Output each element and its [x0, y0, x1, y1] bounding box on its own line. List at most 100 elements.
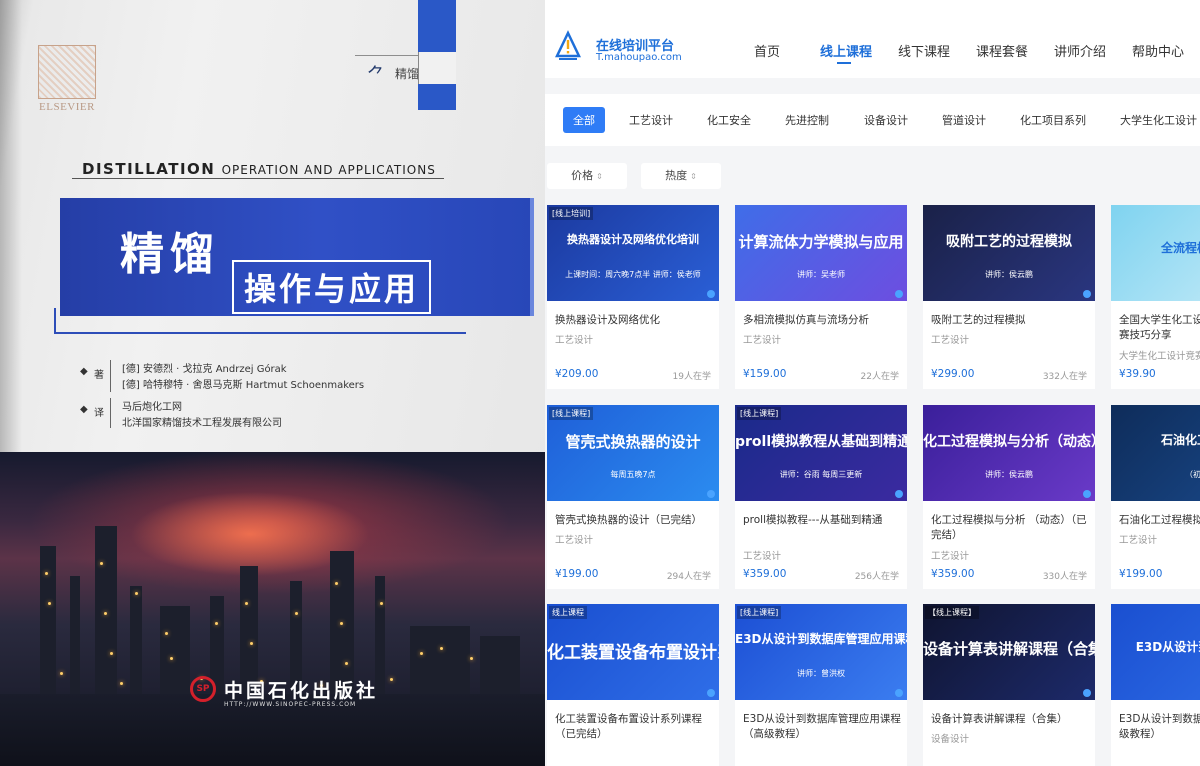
course-title: E3D从设计到数据库管理应用课程（高级教程） — [743, 713, 901, 740]
title-rule — [72, 178, 444, 179]
course-title: 设备计算表讲解课程（合集） — [931, 713, 1068, 725]
course-banner[interactable]: 计算流体力学模拟与应用 讲师：吴老师 — [735, 205, 907, 301]
tower — [130, 586, 142, 696]
english-title: DISTILLATION OPERATION AND APPLICATIONS — [82, 160, 436, 178]
blue-decor-strip — [418, 0, 456, 110]
play-icon[interactable] — [1083, 490, 1091, 498]
author-2: [德] 哈特穆特 · 舍恩马克斯 Hartmut Schoenmakers — [122, 380, 365, 391]
tower — [160, 606, 190, 696]
course-card[interactable]: E3D从设计到应用课程 E3D从设计到数据库应用课程（初级教程） — [1111, 604, 1200, 766]
course-card[interactable]: 石油化工过程 （初中石油化工过程模拟中级） 工艺设计 ¥199.00 — [1111, 405, 1200, 589]
nav-offline-courses[interactable]: 线下课程 — [898, 41, 950, 60]
book-cover: ELSEVIER ⺈ 精馏三部曲 DISTILLATION OPERATION … — [0, 0, 545, 766]
sort-price-button[interactable]: 价格 ⇕ — [547, 163, 627, 189]
course-card[interactable]: [线上课程] E3D从设计到数据库管理应用课程（高级教程） 讲师：曾洪权 E3D从设计… — [735, 604, 907, 766]
course-title: 管壳式换热器的设计（已完结） — [555, 514, 702, 526]
course-students: 332人在学 — [1042, 372, 1087, 382]
course-banner[interactable]: 吸附工艺的过程模拟 讲师：侯云鹏 — [923, 205, 1095, 301]
elsevier-tree-icon — [38, 45, 96, 99]
sort-arrows-icon: ⇕ — [690, 172, 697, 181]
refinery-light — [45, 572, 48, 575]
refinery-light — [135, 592, 138, 595]
nav-home[interactable]: 首页 — [754, 41, 780, 60]
course-banner[interactable]: 化工过程模拟与分析（动态） 讲师：侯云鹏 — [923, 405, 1095, 501]
banner-tag: 线上课程 — [549, 606, 587, 619]
category-piping-design[interactable]: 管道设计 — [942, 112, 986, 128]
course-card[interactable]: [线上课程] proll模拟教程从基础到精通 讲师：谷雨 每周三更新 proll模拟教… — [735, 405, 907, 589]
site-header: 在线培训平台 T.mahoupao.com 首页 线上课程 线下课程 课程套餐 … — [545, 0, 1200, 78]
course-card[interactable]: 线上课程化工装置设备布置设计系列课程化工装置设备布置设计系列课程（已完结） — [547, 604, 719, 766]
category-student-design[interactable]: 大学生化工设计 — [1120, 112, 1197, 128]
play-icon[interactable] — [895, 290, 903, 298]
sort-heat-button[interactable]: 热度 ⇕ — [641, 163, 721, 189]
course-banner[interactable]: E3D从设计到应用课程 — [1111, 604, 1200, 700]
course-students: 256人在学 — [854, 572, 899, 582]
nav-course-packages[interactable]: 课程套餐 — [976, 41, 1028, 60]
play-icon[interactable] — [1083, 290, 1091, 298]
refinery-light — [390, 678, 393, 681]
banner-tag: 【线上课程】 — [925, 606, 979, 619]
chinese-title-sub: 操作与应用 — [232, 260, 432, 314]
play-icon[interactable] — [707, 490, 715, 498]
nav-instructors[interactable]: 讲师介绍 — [1054, 41, 1106, 60]
sinopec-press-logo-icon: SP — [190, 676, 216, 702]
course-title: 全国大学生化工设计竞赛梳理与竞赛技巧分享 — [1119, 314, 1200, 341]
refinery-light — [295, 612, 298, 615]
banner-title: 计算流体力学模拟与应用 — [738, 233, 904, 251]
bird-icon: ⺈ — [367, 65, 385, 86]
warning-triangle-logo-icon[interactable] — [555, 30, 581, 62]
course-title: 化工装置设备布置设计系列课程（已完结） — [555, 713, 702, 740]
tower — [95, 526, 117, 696]
category-all[interactable]: 全部 — [563, 107, 605, 133]
banner-tag: [线上课程] — [549, 407, 594, 420]
sort-heat-label: 热度 — [665, 169, 688, 182]
category-advanced-control[interactable]: 先进控制 — [785, 112, 829, 128]
course-card[interactable]: [线上课程] 管壳式换热器的设计 每周五晚7点 管壳式换热器的设计（已完结） 工艺设计 ¥… — [547, 405, 719, 589]
banner-title: 设备计算表讲解课程（合集） — [923, 640, 1095, 658]
course-card[interactable]: 计算流体力学模拟与应用 讲师：吴老师 多相流模拟仿真与流场分析 工艺设计 ¥159.00… — [735, 205, 907, 389]
course-banner[interactable]: 线上课程化工装置设备布置设计系列课程 — [547, 604, 719, 700]
category-equipment-design[interactable]: 设备设计 — [864, 112, 908, 128]
category-process-design[interactable]: 工艺设计 — [629, 112, 673, 128]
nav-help-center[interactable]: 帮助中心 — [1132, 41, 1184, 60]
course-banner[interactable]: 全流程梳理与 — [1111, 205, 1200, 301]
play-icon[interactable] — [1083, 689, 1091, 697]
course-card[interactable]: 【线上课程】设备计算表讲解课程（合集）设备计算表讲解课程（合集）设备设计 — [923, 604, 1095, 766]
banner-title: E3D从设计到应用课程 — [1135, 640, 1200, 654]
play-icon[interactable] — [895, 490, 903, 498]
course-banner[interactable]: [线上培训] 换热器设计及网络优化培训 上课时间：周六晚7点半 讲师：侯老师 — [547, 205, 719, 301]
tower — [410, 626, 470, 696]
course-banner[interactable]: 石油化工过程 （初中 — [1111, 405, 1200, 501]
course-card[interactable]: 全流程梳理与全国大学生化工设计竞赛梳理与竞赛技巧分享大学生化工设计竞赛 ¥39.9… — [1111, 205, 1200, 389]
banner-title: 吸附工艺的过程模拟 — [946, 234, 1072, 250]
chinese-title-main: 精馏 — [120, 229, 220, 280]
refinery-light — [250, 642, 253, 645]
refinery-light — [110, 652, 113, 655]
publisher-url: HTTP://WWW.SINOPEC-PRESS.COM — [224, 701, 357, 708]
translator-bullet: ◆ — [80, 404, 88, 415]
course-category: 工艺设计 — [555, 535, 594, 546]
course-card[interactable]: 吸附工艺的过程模拟 讲师：侯云鹏 吸附工艺的过程模拟 工艺设计 ¥299.00 332人在… — [923, 205, 1095, 389]
course-category: 工艺设计 — [743, 335, 782, 346]
category-project-series[interactable]: 化工项目系列 — [1020, 112, 1086, 128]
course-banner[interactable]: [线上课程] E3D从设计到数据库管理应用课程（高级教程） 讲师：曾洪权 — [735, 604, 907, 700]
course-price: ¥209.00 — [555, 368, 599, 380]
course-category: 工艺设计 — [931, 335, 970, 346]
nav-online-courses[interactable]: 线上课程 — [820, 41, 872, 60]
play-icon[interactable] — [707, 290, 715, 298]
refinery-photo — [0, 452, 545, 766]
course-card[interactable]: [线上培训] 换热器设计及网络优化培训 上课时间：周六晚7点半 讲师：侯老师 换热器设… — [547, 205, 719, 389]
category-chemical-safety[interactable]: 化工安全 — [707, 112, 751, 128]
banner-title: 管壳式换热器的设计 — [565, 433, 701, 451]
play-icon[interactable] — [707, 689, 715, 697]
course-banner[interactable]: [线上课程] proll模拟教程从基础到精通 讲师：谷雨 每周三更新 — [735, 405, 907, 501]
refinery-light — [48, 602, 51, 605]
course-banner[interactable]: 【线上课程】设备计算表讲解课程（合集） — [923, 604, 1095, 700]
banner-subtitle: 每周五晚7点 — [610, 470, 656, 479]
course-card[interactable]: 化工过程模拟与分析（动态） 讲师：侯云鹏 化工过程模拟与分析 （动态）（已完结） 工艺… — [923, 405, 1095, 589]
play-icon[interactable] — [895, 689, 903, 697]
course-banner[interactable]: [线上课程] 管壳式换热器的设计每周五晚7点 — [547, 405, 719, 501]
site-url[interactable]: T.mahoupao.com — [596, 52, 682, 63]
course-price: ¥199.00 — [1119, 568, 1163, 580]
refinery-light — [100, 562, 103, 565]
